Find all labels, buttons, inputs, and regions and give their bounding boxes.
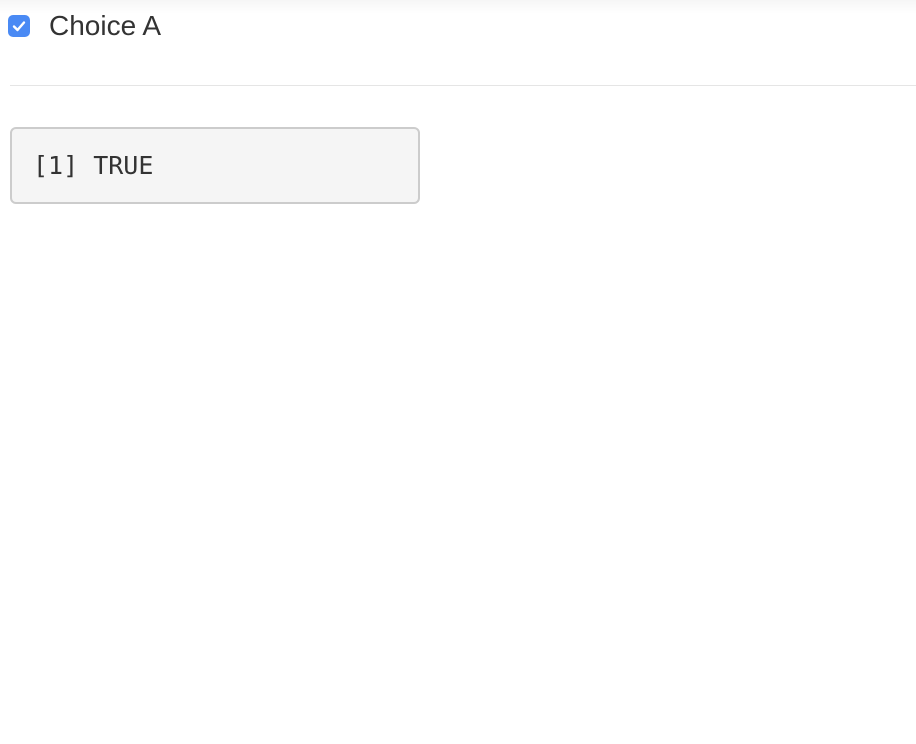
choice-a-checkbox-row[interactable]: Choice A xyxy=(8,10,161,42)
output-text: [1] TRUE xyxy=(33,151,154,180)
divider xyxy=(10,85,916,86)
checkmark-icon xyxy=(12,21,26,32)
choice-a-checkbox[interactable] xyxy=(8,15,30,37)
choice-a-label: Choice A xyxy=(49,10,162,41)
output-box: [1] TRUE xyxy=(10,127,420,204)
